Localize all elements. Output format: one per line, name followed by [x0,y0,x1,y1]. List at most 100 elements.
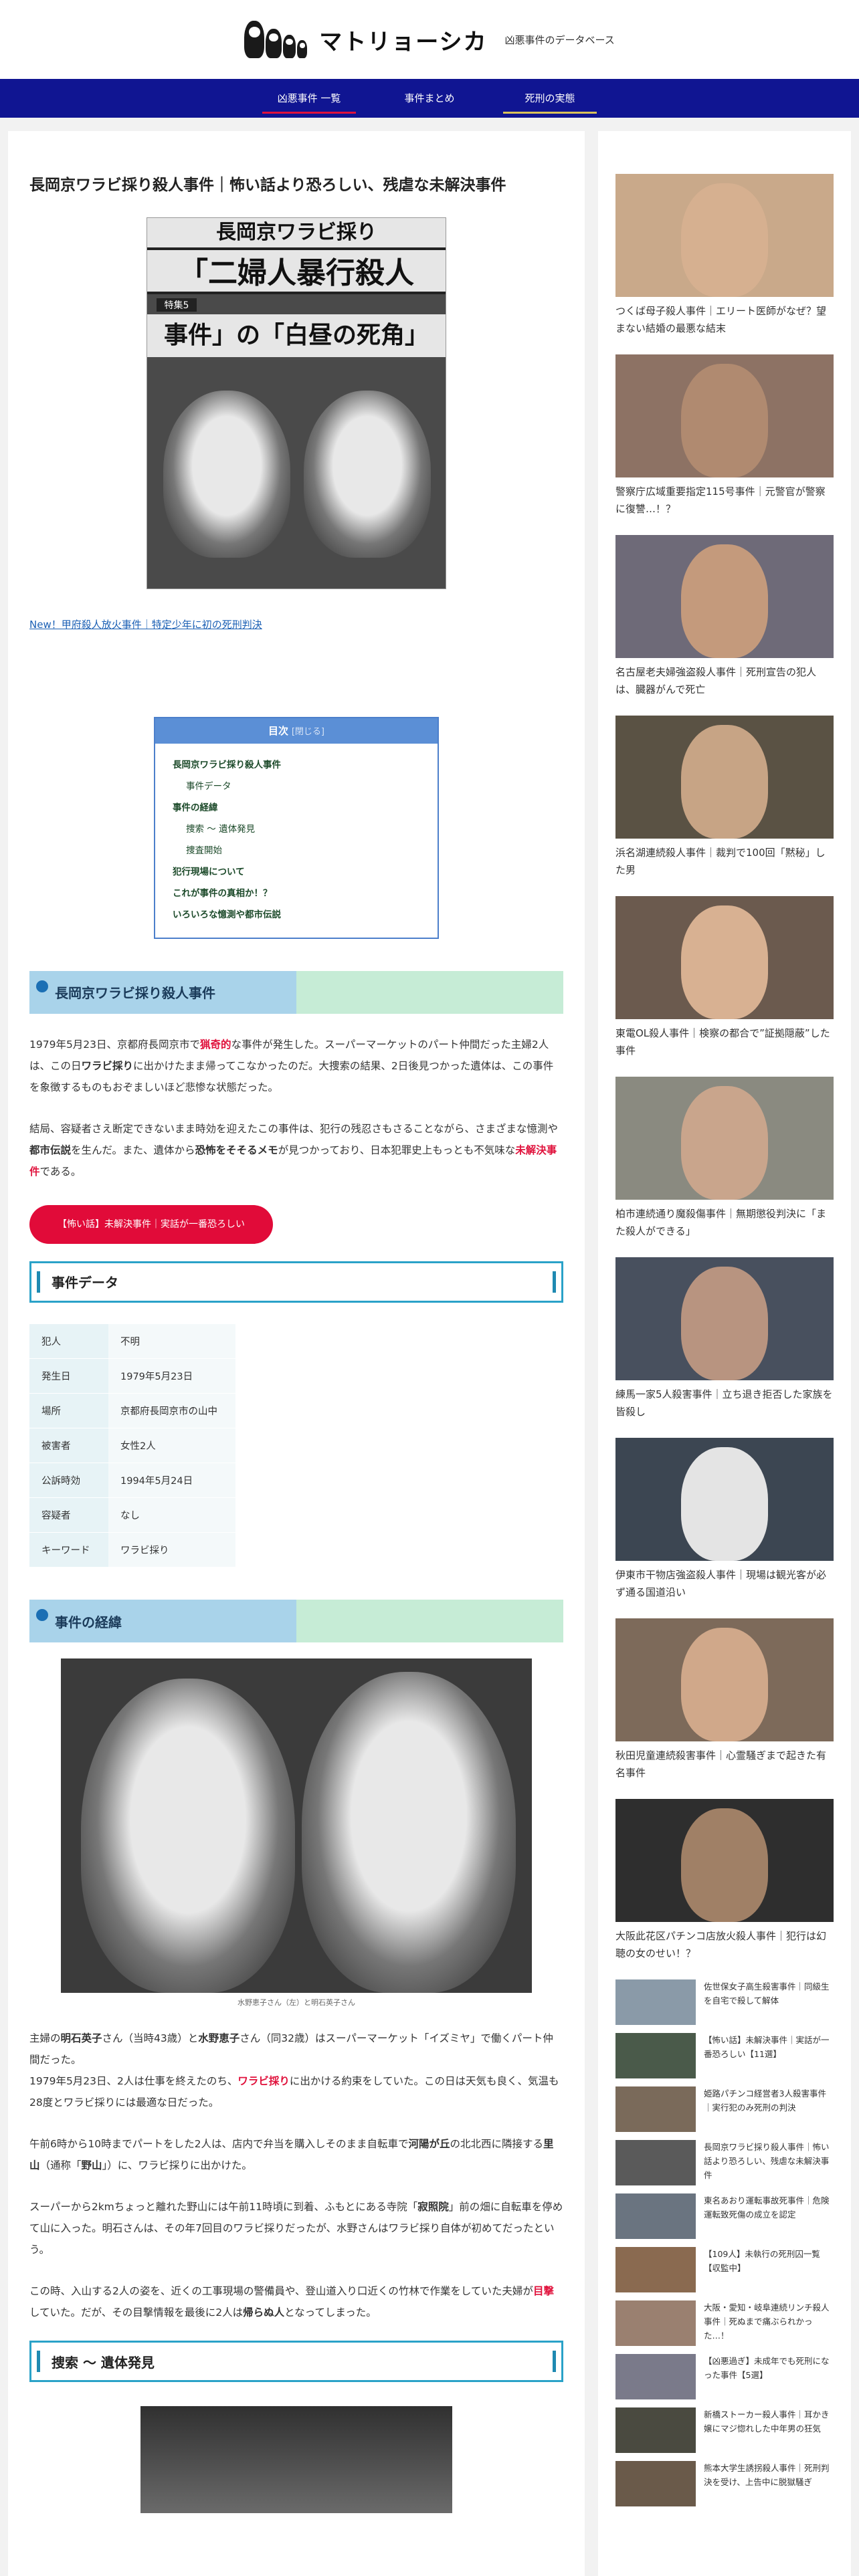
article-title-link[interactable]: 新橋ストーカー殺人事件｜耳かき嬢にマジ惚れした中年男の狂気 [704,2407,834,2436]
article-title-link[interactable]: つくば母子殺人事件｜エリート医師がなぜ？望まない結婚の最悪な結末 [615,302,834,337]
site-logo[interactable]: マトリョーシカ 凶悪事件のデータベース [244,21,615,58]
site-title[interactable]: マトリョーシカ [319,23,487,56]
portrait-face [681,725,768,839]
paragraph: この時、入山する2人の姿を、近くの工事現場の警備員や、登山道入り口近くの竹林で作… [29,2285,554,2319]
unsolved-cases-button[interactable]: 【怖い話】未解決事件｜実話が一番恐ろしい [29,1204,273,1244]
sidebar-article-card[interactable]: 秋田児童連続殺害事件｜心霊騒ぎまで起きた有名事件 [615,1618,834,1782]
victims-photo [61,1658,532,1993]
toc-item[interactable]: 長岡京ワラビ採り殺人事件 [173,754,420,776]
article-title-link[interactable]: 大阪此花区パチンコ店放火殺人事件｜犯行は幻聴の女のせい！？ [615,1927,834,1962]
portrait-face [681,544,768,658]
nav-item-death-penalty[interactable]: 死刑の実態 [490,79,610,118]
article-thumbnail[interactable] [615,1257,834,1380]
article-thumbnail[interactable] [615,1979,696,2025]
toc-item[interactable]: 事件データ [173,776,420,797]
article-title-link[interactable]: 浜名湖連続殺人事件｜裁判で100回「黙秘」した男 [615,844,834,879]
clip-headline: 事件」の「白昼の死角」 [147,314,446,357]
article-title-link[interactable]: 長岡京ワラビ採り殺人事件｜怖い話より恐ろしい、残虐な未解決事件 [704,2140,834,2182]
sidebar-article-card[interactable]: 名古屋老夫婦強盗殺人事件｜死刑宣告の犯人は、臓器がんで死亡 [615,535,834,698]
article-thumbnail[interactable] [615,1799,834,1922]
global-nav: 凶悪事件 一覧 事件まとめ 死刑の実態 [0,79,859,118]
case-data-table: 犯人 不明 発生日 1979年5月23日 場所 京都府長岡京市の山中 被害者 女性2人 … [29,1323,235,1568]
table-row: 発生日 1979年5月23日 [29,1358,235,1394]
portrait-face [681,1267,768,1380]
sidebar-list-item[interactable]: 【109人】未執行の死刑囚一覧【収監中】 [615,2247,834,2292]
article-thumbnail[interactable] [615,174,834,297]
table-row: 犯人 不明 [29,1323,235,1359]
clip-tag: 特集5 [157,298,197,312]
clip-headline: 「二婦人暴行殺人 [147,247,446,294]
article-thumbnail[interactable] [615,2193,696,2239]
article-thumbnail[interactable] [615,354,834,477]
article-thumbnail[interactable] [615,2033,696,2078]
sidebar-article-card[interactable]: 伊東市干物店強盗殺人事件｜現場は観光客が必ず通る国道沿い [615,1438,834,1601]
related-news-link[interactable]: New！甲府殺人放火事件｜特定少年に初の死刑判決 [29,617,563,631]
article-thumbnail[interactable] [615,1438,834,1561]
toc-item[interactable]: 事件の経緯 [173,797,420,819]
article-title-link[interactable]: 【凶悪過ぎ】未成年でも死刑になった事件【5選】 [704,2354,834,2382]
table-row: 容疑者 なし [29,1497,235,1533]
article-title-link[interactable]: 【109人】未執行の死刑囚一覧【収監中】 [704,2247,834,2275]
article-thumbnail[interactable] [615,2300,696,2346]
article-title-link[interactable]: 【怖い話】未解決事件｜実話が一番恐ろしい【11選】 [704,2033,834,2061]
sidebar-list-item[interactable]: 【怖い話】未解決事件｜実話が一番恐ろしい【11選】 [615,2033,834,2078]
subsection-heading: 事件データ [29,1261,563,1303]
toc-item[interactable]: 犯行現場について [173,861,420,883]
article-thumbnail[interactable] [615,2140,696,2185]
article-thumbnail[interactable] [615,2247,696,2292]
article-title-link[interactable]: 伊東市干物店強盗殺人事件｜現場は観光客が必ず通る国道沿い [615,1566,834,1601]
sidebar-list-item[interactable]: 長岡京ワラビ採り殺人事件｜怖い話より恐ろしい、残虐な未解決事件 [615,2140,834,2185]
article-title-link[interactable]: 秋田児童連続殺害事件｜心霊騒ぎまで起きた有名事件 [615,1747,834,1782]
paragraph: スーパーから2kmちょっと離れた野山には午前11時頃に到着、ふもとにある寺院「寂… [29,2201,563,2256]
article-thumbnail[interactable] [615,1077,834,1200]
toc-item[interactable]: 捜査開始 [173,840,420,861]
article-title-link[interactable]: 姫路パチンコ経営者3人殺害事件｜実行犯のみ死刑の判決 [704,2086,834,2115]
sidebar-list-item[interactable]: 東名あおり運転事故死事件｜危険運転致死傷の成立を認定 [615,2193,834,2239]
table-row: 場所 京都府長岡京市の山中 [29,1393,235,1428]
article-thumbnail[interactable] [615,2407,696,2453]
table-of-contents: 目次 [閉じる] 長岡京ワラビ採り殺人事件 事件データ 事件の経緯 捜索 ～ 遺… [154,716,439,939]
sidebar-list-item[interactable]: 【凶悪過ぎ】未成年でも死刑になった事件【5選】 [615,2354,834,2399]
toc-toggle[interactable]: [閉じる] [292,727,324,737]
article-title-link[interactable]: 熊本大学生誘拐殺人事件｜死刑判決を受け、上告中に脱獄騒ぎ [704,2461,834,2489]
portrait-face [681,1086,768,1200]
sidebar-article-card[interactable]: 警察庁広域重要指定115号事件｜元警官が警察に復讐…！？ [615,354,834,518]
article-thumbnail[interactable] [615,2461,696,2506]
portrait-face [681,183,768,297]
nav-item-cases[interactable]: 凶悪事件 一覧 [249,79,369,118]
article-thumbnail[interactable] [615,1618,834,1741]
toc-item[interactable]: いろいろな憶測や都市伝説 [173,904,420,926]
article-thumbnail[interactable] [615,2086,696,2132]
sidebar-article-card[interactable]: つくば母子殺人事件｜エリート医師がなぜ？望まない結婚の最悪な結末 [615,174,834,337]
sidebar-article-card[interactable]: 柏市連続通り魔殺傷事件｜無期懲役判決に「また殺人ができる」 [615,1077,834,1240]
sidebar-list-item[interactable]: 大阪・愛知・岐阜連続リンチ殺人事件｜死ぬまで痛ぶられかった…！ [615,2300,834,2346]
sidebar-article-card[interactable]: 練馬一家5人殺害事件｜立ち退き拒否した家族を皆殺し [615,1257,834,1420]
article-thumbnail[interactable] [615,535,834,658]
article-thumbnail[interactable] [615,2354,696,2399]
sidebar-article-card[interactable]: 東電OL殺人事件｜検察の都合で”証拠隠蔽”した事件 [615,896,834,1059]
article-title-link[interactable]: 練馬一家5人殺害事件｜立ち退き拒否した家族を皆殺し [615,1386,834,1420]
sidebar-list-item[interactable]: 姫路パチンコ経営者3人殺害事件｜実行犯のみ死刑の判決 [615,2086,834,2132]
article-title-link[interactable]: 佐世保女子高生殺害事件｜同級生を自宅で殺して解体 [704,1979,834,2008]
nav-item-summary[interactable]: 事件まとめ [369,79,490,118]
matryoshka-logo-icon [244,21,308,58]
sidebar-article-card[interactable]: 大阪此花区パチンコ店放火殺人事件｜犯行は幻聴の女のせい！？ [615,1799,834,1962]
subsection-heading: 捜索 ～ 遺体発見 [29,2341,563,2382]
article-title-link[interactable]: 大阪・愛知・岐阜連続リンチ殺人事件｜死ぬまで痛ぶられかった…！ [704,2300,834,2343]
article-thumbnail[interactable] [615,716,834,839]
table-row: 被害者 女性2人 [29,1428,235,1463]
toc-item[interactable]: 捜索 ～ 遺体発見 [173,819,420,840]
sidebar-list-item[interactable]: 佐世保女子高生殺害事件｜同級生を自宅で殺して解体 [615,1979,834,2025]
article-title-link[interactable]: 名古屋老夫婦強盗殺人事件｜死刑宣告の犯人は、臓器がんで死亡 [615,663,834,698]
article-title-link[interactable]: 柏市連続通り魔殺傷事件｜無期懲役判決に「また殺人ができる」 [615,1205,834,1240]
victim-photo-left [81,1679,295,1993]
article-title-link[interactable]: 東電OL殺人事件｜検察の都合で”証拠隠蔽”した事件 [615,1025,834,1059]
toc-item[interactable]: これが事件の真相か！？ [173,883,420,904]
sidebar-list-item[interactable]: 新橋ストーカー殺人事件｜耳かき嬢にマジ惚れした中年男の狂気 [615,2407,834,2453]
article-thumbnail[interactable] [615,896,834,1019]
sidebar-list-item[interactable]: 熊本大学生誘拐殺人事件｜死刑判決を受け、上告中に脱獄騒ぎ [615,2461,834,2506]
sidebar-article-card[interactable]: 浜名湖連続殺人事件｜裁判で100回「黙秘」した男 [615,716,834,879]
article-title-link[interactable]: 東名あおり運転事故死事件｜危険運転致死傷の成立を認定 [704,2193,834,2222]
portrait-face [681,1447,768,1561]
article-title-link[interactable]: 警察庁広域重要指定115号事件｜元警官が警察に復讐…！？ [615,483,834,518]
